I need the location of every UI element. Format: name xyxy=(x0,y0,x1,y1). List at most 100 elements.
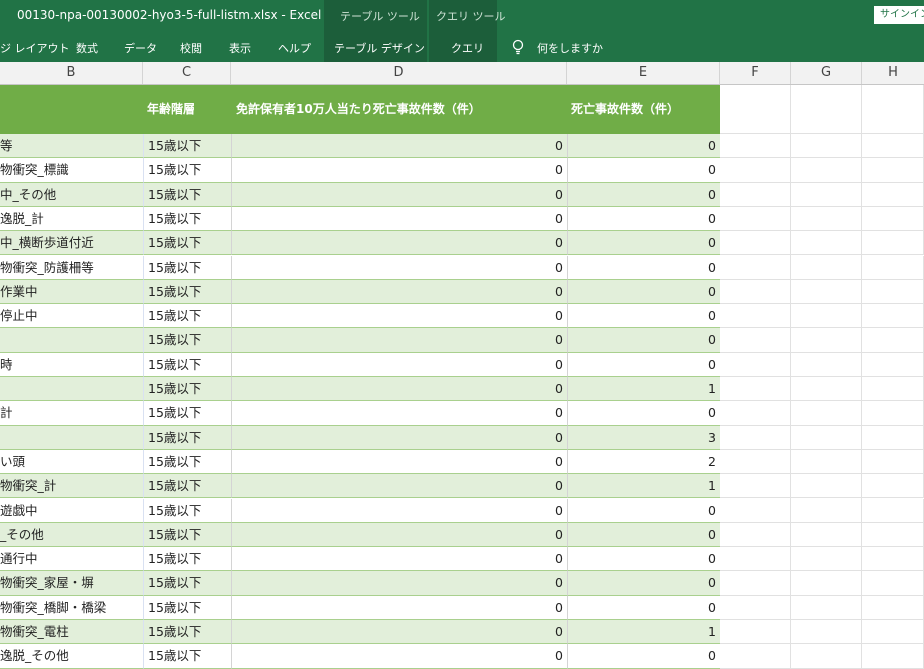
cell-rate-per-100k[interactable]: 0 xyxy=(231,498,567,523)
cell-category[interactable]: _その他 xyxy=(0,522,143,548)
cell[interactable] xyxy=(720,644,791,669)
cell-age-group[interactable]: 15歳以下 xyxy=(143,231,231,256)
cell[interactable] xyxy=(720,401,791,426)
cell-age-group[interactable]: 15歳以下 xyxy=(143,255,231,280)
cell[interactable] xyxy=(720,571,791,596)
cell[interactable] xyxy=(862,522,924,548)
cell-age-group[interactable]: 15歳以下 xyxy=(143,279,231,305)
cell[interactable] xyxy=(791,182,862,207)
cell-rate-per-100k[interactable]: 0 xyxy=(231,231,567,256)
cell[interactable] xyxy=(791,231,862,256)
cell[interactable] xyxy=(862,158,924,183)
signin-button[interactable]: サインイン xyxy=(874,6,924,24)
cell[interactable] xyxy=(791,595,862,620)
cell-fatal-count[interactable]: 0 xyxy=(567,522,720,548)
cell[interactable] xyxy=(791,498,862,523)
cell-category[interactable]: 物衝突_計 xyxy=(0,474,143,499)
cell[interactable] xyxy=(720,352,791,377)
cell-rate-per-100k[interactable]: 0 xyxy=(231,571,567,596)
cell-age-group[interactable]: 15歳以下 xyxy=(143,328,231,353)
cell-fatal-count[interactable]: 1 xyxy=(567,377,720,402)
column-header-c[interactable]: C xyxy=(143,62,231,84)
header-cell-rate-per-100k[interactable]: 免許保有者10万人当たり死亡事故件数（件） xyxy=(236,85,481,134)
lightbulb-icon[interactable] xyxy=(511,39,525,55)
cell[interactable] xyxy=(791,377,862,402)
cell[interactable] xyxy=(720,449,791,475)
cell-rate-per-100k[interactable]: 0 xyxy=(231,206,567,232)
cell[interactable] xyxy=(720,279,791,305)
cell[interactable] xyxy=(720,595,791,620)
cell[interactable] xyxy=(720,158,791,183)
tab-query[interactable]: クエリ xyxy=(451,40,484,56)
cell-age-group[interactable]: 15歳以下 xyxy=(143,352,231,377)
cell[interactable] xyxy=(720,182,791,207)
cell-fatal-count[interactable]: 0 xyxy=(567,182,720,207)
cell-fatal-count[interactable]: 2 xyxy=(567,449,720,475)
column-header-f[interactable]: F xyxy=(720,62,791,84)
cell[interactable] xyxy=(791,522,862,548)
cell-fatal-count[interactable]: 0 xyxy=(567,304,720,329)
cell[interactable] xyxy=(720,620,791,645)
cell[interactable] xyxy=(720,522,791,548)
cell-rate-per-100k[interactable]: 0 xyxy=(231,158,567,183)
cell-age-group[interactable]: 15歳以下 xyxy=(143,158,231,183)
cell-fatal-count[interactable]: 1 xyxy=(567,474,720,499)
cell-age-group[interactable]: 15歳以下 xyxy=(143,377,231,402)
cell[interactable] xyxy=(791,206,862,232)
cell[interactable] xyxy=(720,255,791,280)
cell-fatal-count[interactable]: 0 xyxy=(567,255,720,280)
cell[interactable] xyxy=(862,85,924,134)
cell-category[interactable]: 物衝突_家屋・塀 xyxy=(0,571,143,596)
tab-data[interactable]: データ xyxy=(124,40,157,56)
cell-category[interactable]: 中_その他 xyxy=(0,182,143,207)
cell[interactable] xyxy=(720,474,791,499)
tab-help[interactable]: ヘルプ xyxy=(278,40,311,56)
cell-category[interactable] xyxy=(0,377,143,402)
tab-table-design[interactable]: テーブル デザイン xyxy=(334,40,425,56)
cell-fatal-count[interactable]: 0 xyxy=(567,206,720,232)
cell[interactable] xyxy=(720,134,791,159)
cell-rate-per-100k[interactable]: 0 xyxy=(231,474,567,499)
cell[interactable] xyxy=(862,231,924,256)
cell-age-group[interactable]: 15歳以下 xyxy=(143,498,231,523)
cell[interactable] xyxy=(791,304,862,329)
cell-category[interactable]: 物衝突_防護柵等 xyxy=(0,255,143,280)
cell[interactable] xyxy=(720,231,791,256)
cell-age-group[interactable]: 15歳以下 xyxy=(143,595,231,620)
cell-fatal-count[interactable]: 0 xyxy=(567,595,720,620)
cell-fatal-count[interactable]: 0 xyxy=(567,231,720,256)
cell-rate-per-100k[interactable]: 0 xyxy=(231,620,567,645)
cell-rate-per-100k[interactable]: 0 xyxy=(231,328,567,353)
cell-fatal-count[interactable]: 0 xyxy=(567,571,720,596)
cell[interactable] xyxy=(862,449,924,475)
cell-category[interactable] xyxy=(0,425,143,450)
cell-rate-per-100k[interactable]: 0 xyxy=(231,449,567,475)
cell[interactable] xyxy=(862,182,924,207)
cell-fatal-count[interactable]: 0 xyxy=(567,134,720,159)
cell-rate-per-100k[interactable]: 0 xyxy=(231,425,567,450)
column-header-g[interactable]: G xyxy=(791,62,862,84)
cell-rate-per-100k[interactable]: 0 xyxy=(231,377,567,402)
cell-category[interactable]: 中_横断歩道付近 xyxy=(0,231,143,256)
cell-rate-per-100k[interactable]: 0 xyxy=(231,182,567,207)
cell-category[interactable]: 停止中 xyxy=(0,304,143,329)
cell[interactable] xyxy=(791,474,862,499)
cell-fatal-count[interactable]: 1 xyxy=(567,620,720,645)
cell[interactable] xyxy=(791,352,862,377)
cell-rate-per-100k[interactable]: 0 xyxy=(231,522,567,548)
cell-fatal-count[interactable]: 0 xyxy=(567,401,720,426)
cell[interactable] xyxy=(862,279,924,305)
cell[interactable] xyxy=(862,304,924,329)
cell-category[interactable] xyxy=(0,328,143,353)
cell[interactable] xyxy=(862,352,924,377)
cell[interactable] xyxy=(720,328,791,353)
header-cell-age-group[interactable]: 年齢階層 xyxy=(147,85,195,134)
cell-category[interactable]: 物衝突_標識 xyxy=(0,158,143,183)
cell[interactable] xyxy=(862,498,924,523)
tell-me-search[interactable]: 何をしますか xyxy=(537,40,603,56)
cell-rate-per-100k[interactable]: 0 xyxy=(231,279,567,305)
cell-category[interactable]: 物衝突_電柱 xyxy=(0,620,143,645)
cell[interactable] xyxy=(791,255,862,280)
cell-rate-per-100k[interactable]: 0 xyxy=(231,352,567,377)
cell[interactable] xyxy=(862,328,924,353)
